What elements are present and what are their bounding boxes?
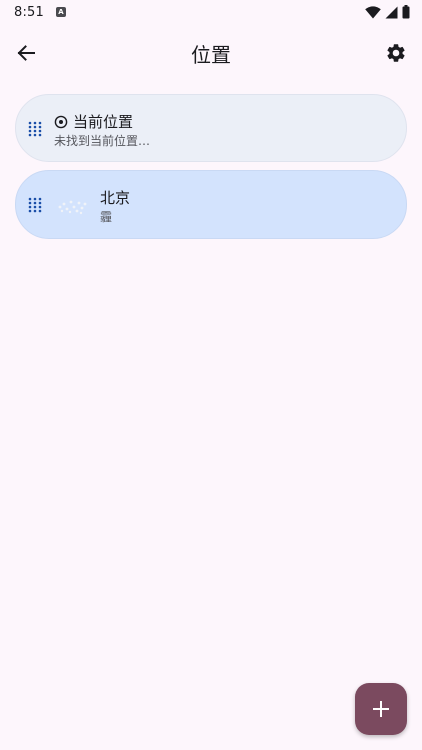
screen: 8:51 A 位置 当前位置 未找到当前位置… 北京 霾 <box>0 0 422 750</box>
location-card-city[interactable]: 北京 霾 <box>15 170 407 239</box>
location-subtitle: 未找到当前位置… <box>54 134 151 148</box>
status-bar: 8:51 A <box>0 0 422 24</box>
location-title: 当前位置 <box>73 113 134 131</box>
signal-icon <box>385 6 398 18</box>
battery-icon <box>402 5 410 19</box>
target-icon <box>54 115 68 128</box>
drag-handle-icon[interactable] <box>28 197 42 213</box>
settings-button[interactable] <box>376 33 416 73</box>
page-title: 位置 <box>191 43 231 67</box>
status-right-icons <box>365 5 410 19</box>
app-notification-icon: A <box>56 7 66 17</box>
top-app-bar: 位置 <box>0 24 422 82</box>
wifi-icon <box>365 5 381 18</box>
drag-handle-icon[interactable] <box>28 121 42 137</box>
status-time: 8:51 <box>14 4 44 20</box>
haze-icon <box>58 200 87 215</box>
location-title-row: 北京 <box>100 187 130 208</box>
location-weather-subtitle: 霾 <box>100 210 113 224</box>
add-location-button[interactable] <box>355 683 407 735</box>
plus-icon <box>373 701 389 717</box>
location-title: 北京 <box>100 189 131 207</box>
gear-icon <box>387 44 405 62</box>
location-list: 当前位置 未找到当前位置… 北京 霾 <box>15 94 407 247</box>
location-card-current[interactable]: 当前位置 未找到当前位置… <box>15 94 407 162</box>
location-title-row: 当前位置 <box>54 111 133 132</box>
